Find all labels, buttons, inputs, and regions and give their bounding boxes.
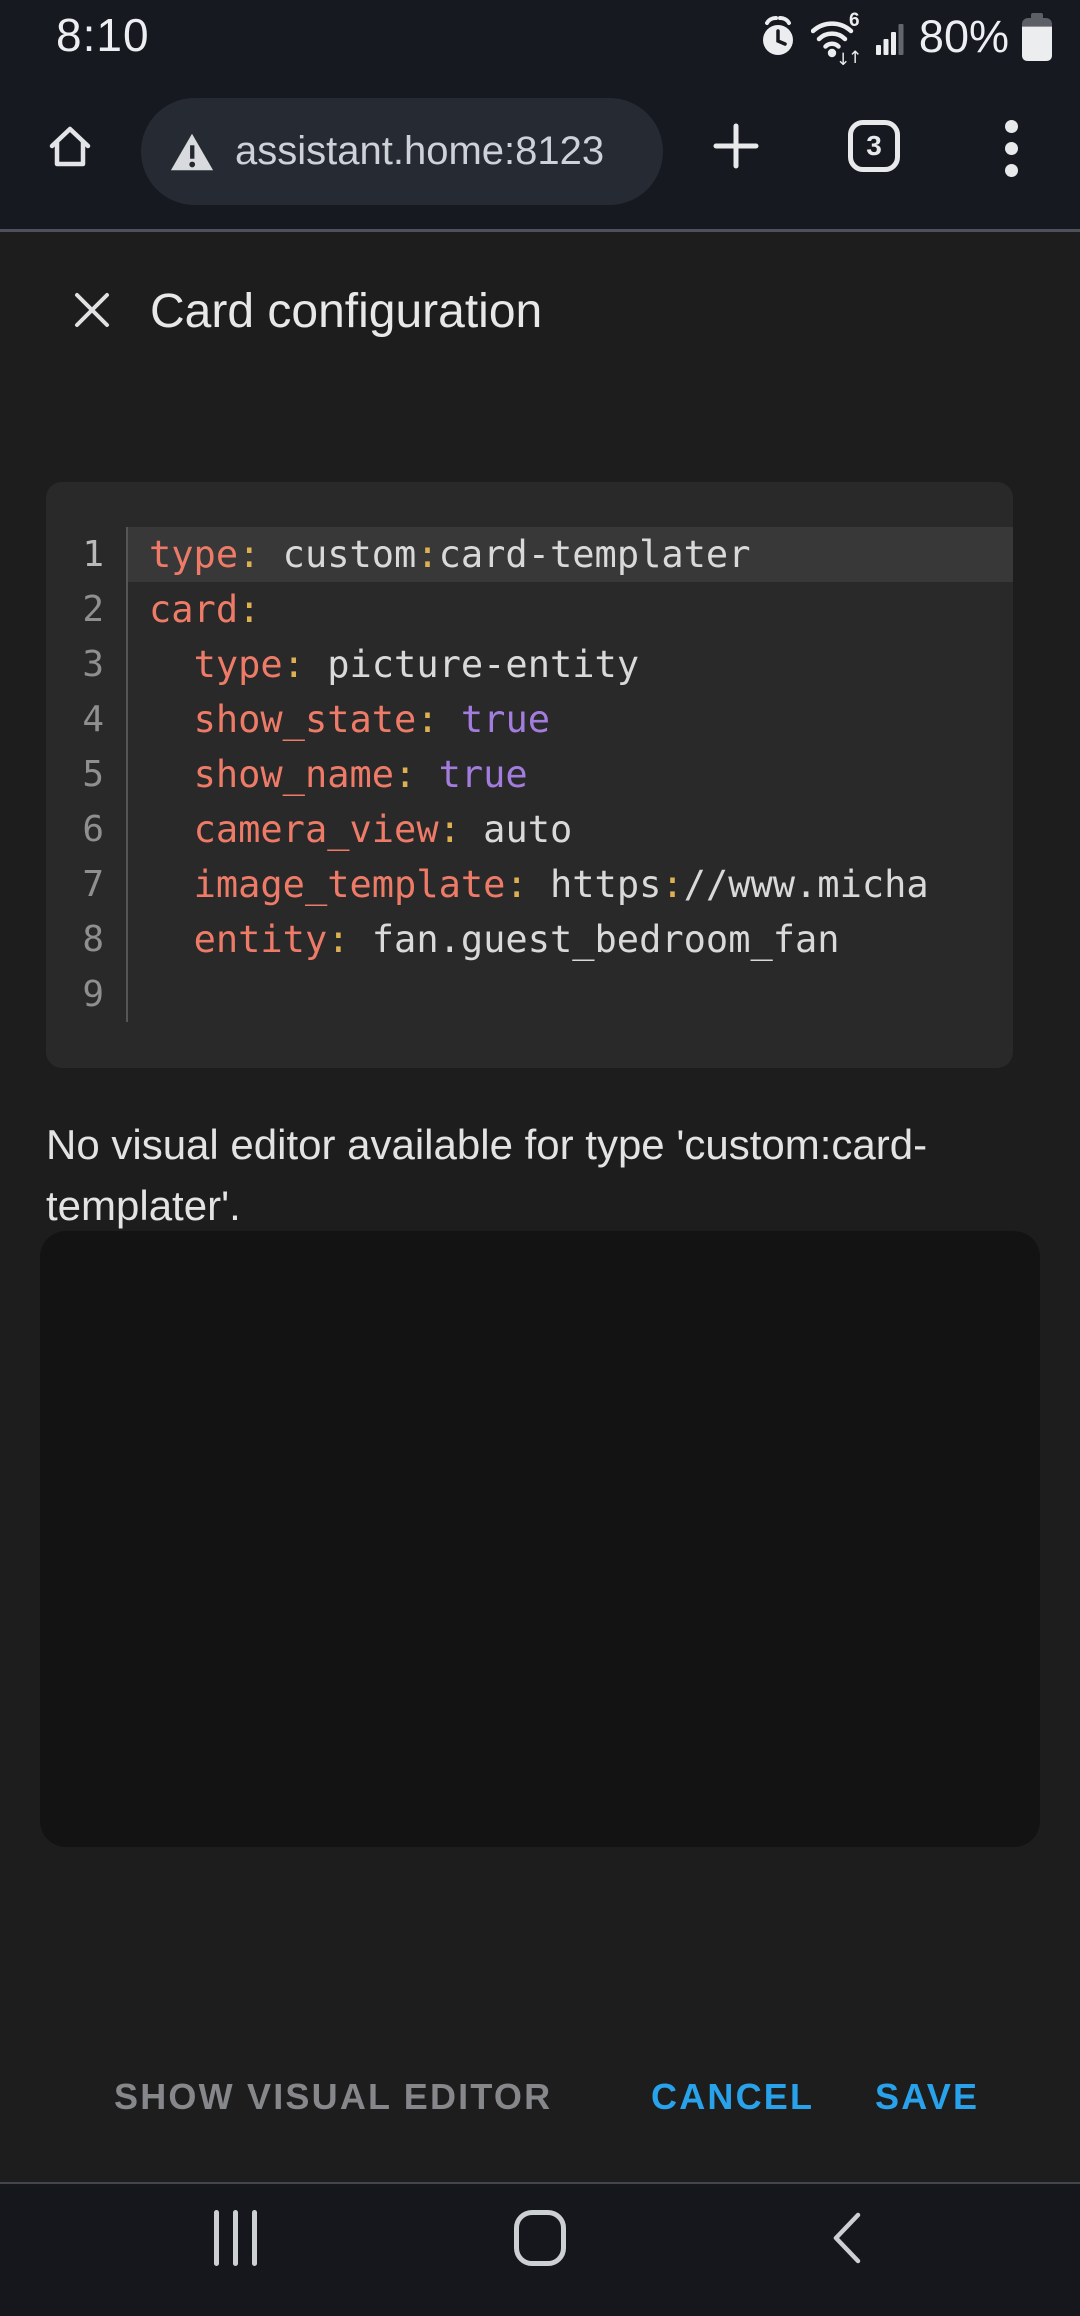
editor-line[interactable]: 6 camera_view: auto xyxy=(46,802,1013,857)
wifi6-icon: 6 ↓ ↑ xyxy=(810,9,863,65)
page-title: Card configuration xyxy=(150,285,543,338)
close-icon[interactable] xyxy=(70,288,114,332)
editor-rows: 1 type: custom:card-templater 2 card: 3 type… xyxy=(46,527,1013,1022)
editor-line[interactable]: 4 show_state: true xyxy=(46,692,1013,747)
editor-line[interactable]: 3 type: picture-entity xyxy=(46,637,1013,692)
alarm-icon xyxy=(758,15,798,59)
line-code: image_template: https://www.micha xyxy=(193,863,929,906)
url-text: assistant.home:8123 xyxy=(235,129,605,173)
save-button[interactable]: SAVE xyxy=(875,2072,979,2122)
line-number: 1 xyxy=(46,527,128,582)
line-code: show_name: true xyxy=(193,753,528,796)
editor-line[interactable]: 2 card: xyxy=(46,582,1013,637)
tab-switcher[interactable]: 3 xyxy=(848,120,900,172)
battery-percent: 80% xyxy=(918,11,1009,62)
nav-home-icon[interactable] xyxy=(514,2210,566,2266)
line-number: 7 xyxy=(46,857,128,912)
battery-icon xyxy=(1022,13,1052,61)
status-icons: 6 ↓ ↑ 80% xyxy=(758,8,1052,66)
url-bar[interactable]: assistant.home:8123 xyxy=(141,98,663,205)
android-nav-bar xyxy=(0,2182,1080,2316)
browser-chrome: 8:10 6 ↓ ↑ 80% assistant.home:8123 3 xyxy=(0,0,1080,229)
line-code: type: picture-entity xyxy=(193,643,640,686)
line-number: 5 xyxy=(46,747,128,802)
line-code: type: custom:card-templater xyxy=(128,527,1013,582)
line-code: entity: fan.guest_bedroom_fan xyxy=(193,918,840,961)
recents-icon[interactable] xyxy=(214,2210,257,2266)
browser-toolbar: assistant.home:8123 3 xyxy=(0,66,1080,229)
line-code: camera_view: auto xyxy=(193,808,573,851)
svg-text:6: 6 xyxy=(849,10,860,31)
home-icon[interactable] xyxy=(44,120,96,172)
editor-line[interactable]: 8 entity: fan.guest_bedroom_fan xyxy=(46,912,1013,967)
show-visual-editor-button[interactable]: SHOW VISUAL EDITOR xyxy=(114,2072,552,2122)
line-number: 6 xyxy=(46,802,128,857)
card-preview-container: Guest Bedroom Fan Off xyxy=(40,1231,1040,1847)
site-warning-icon[interactable] xyxy=(169,131,215,173)
line-number: 3 xyxy=(46,637,128,692)
line-number: 8 xyxy=(46,912,128,967)
status-time: 8:10 xyxy=(56,9,150,61)
phone-screen: 8:10 6 ↓ ↑ 80% assistant.home:8123 3 Car… xyxy=(0,0,1080,2316)
toolbar-divider xyxy=(0,229,1080,232)
editor-line[interactable]: 5 show_name: true xyxy=(46,747,1013,802)
new-tab-icon[interactable] xyxy=(712,122,760,170)
editor-line[interactable]: 7 image_template: https://www.micha xyxy=(46,857,1013,912)
cancel-button[interactable]: CANCEL xyxy=(651,2072,814,2122)
back-icon[interactable] xyxy=(828,2210,864,2266)
no-visual-editor-message: No visual editor available for type 'cus… xyxy=(46,1121,928,1229)
editor-line[interactable]: 9 xyxy=(46,967,1013,1022)
line-number: 2 xyxy=(46,582,128,637)
tab-count: 3 xyxy=(866,130,882,161)
line-code: card: xyxy=(149,588,261,631)
signal-icon xyxy=(875,19,906,55)
line-code: show_state: true xyxy=(193,698,550,741)
line-number: 4 xyxy=(46,692,128,747)
line-number: 9 xyxy=(46,967,128,1022)
svg-text:↑: ↑ xyxy=(848,48,862,65)
yaml-code-editor[interactable]: 1 type: custom:card-templater 2 card: 3 type… xyxy=(46,482,1013,1068)
editor-line[interactable]: 1 type: custom:card-templater xyxy=(46,527,1013,582)
overflow-menu-icon[interactable] xyxy=(1000,118,1022,178)
line-code xyxy=(128,967,1013,1022)
